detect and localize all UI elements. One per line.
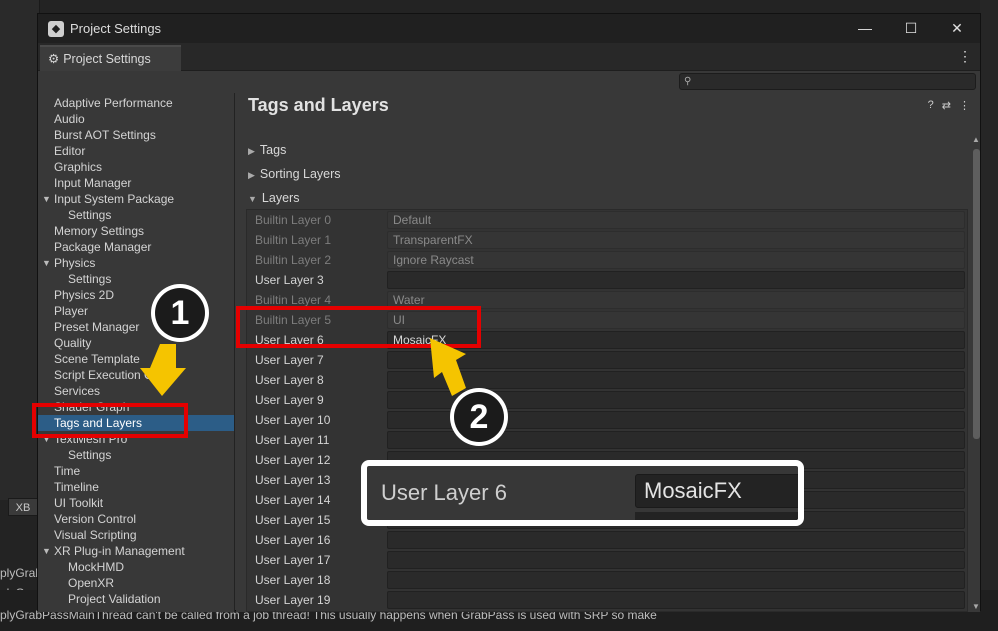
zoom-inner: User Layer 6 MosaicFX — [367, 466, 798, 520]
zoom-callout: User Layer 6 MosaicFX — [361, 460, 804, 526]
arrow-down-icon — [140, 344, 186, 396]
zoom-layer-field: MosaicFX — [635, 474, 798, 508]
annotation-arrows — [140, 338, 466, 396]
zoom-next-field — [635, 512, 798, 520]
arrow-up-left-icon — [430, 338, 466, 396]
zoom-layer-label: User Layer 6 — [381, 480, 507, 505]
